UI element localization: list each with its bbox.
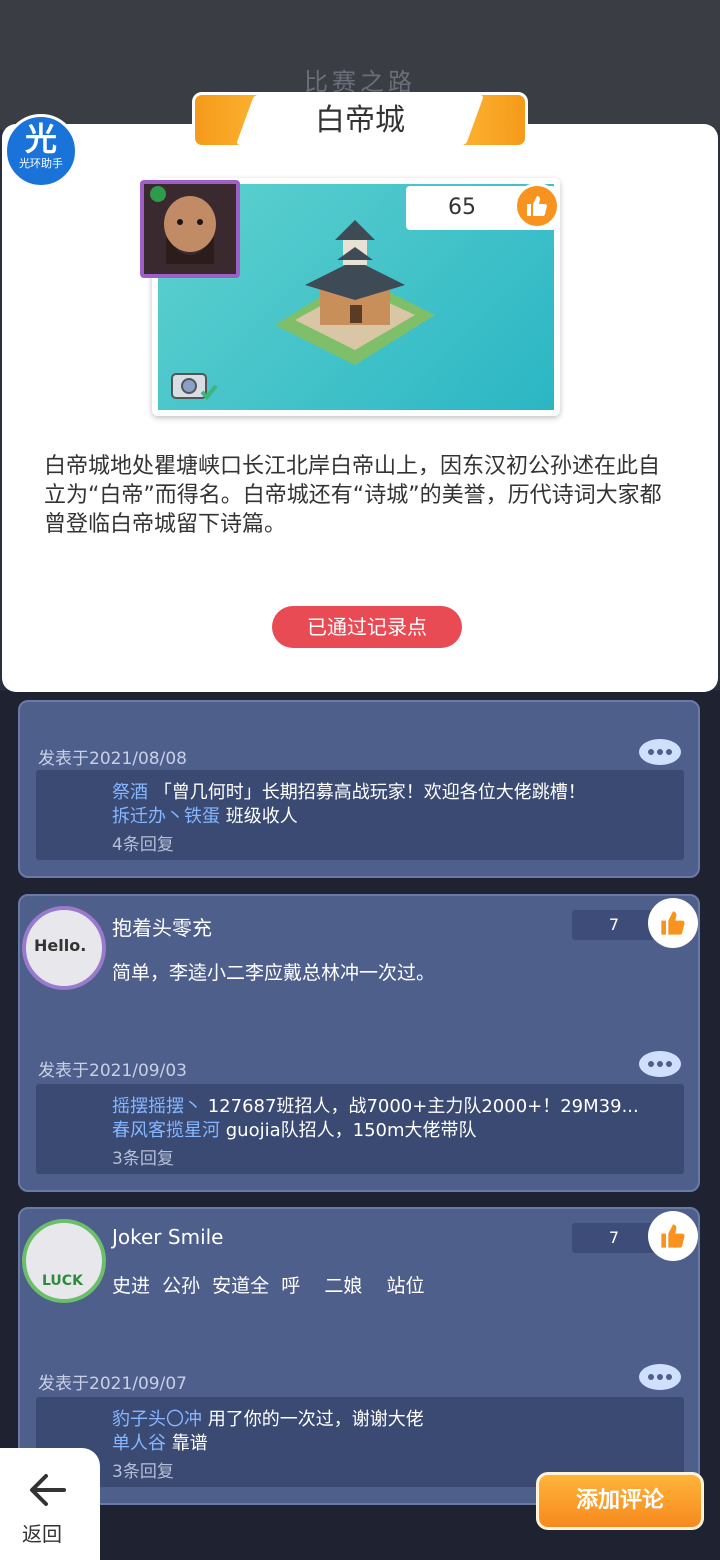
- thumbs-up-icon: [661, 1224, 685, 1248]
- reply-bubble-icon[interactable]: [638, 738, 682, 768]
- comment-like-button[interactable]: [648, 898, 698, 948]
- comment-like-button[interactable]: [648, 1211, 698, 1261]
- reply-item: 祭酒 「曾几何时」长期招募高战玩家！欢迎各位大佬跳槽！: [112, 778, 586, 804]
- reply-text: 用了你的一次过，谢谢大佬: [207, 1409, 424, 1430]
- reply-item: 春风客揽星河 guojia队招人，150m大佬带队: [112, 1116, 477, 1142]
- reply-author[interactable]: 祭酒: [112, 782, 148, 803]
- arrow-left-icon: [30, 1474, 66, 1506]
- add-comment-button[interactable]: 添加评论: [536, 1472, 704, 1530]
- reply-item: 豹子头〇冲 用了你的一次过，谢谢大佬: [112, 1405, 424, 1431]
- logo-caption: 光环助手: [19, 157, 63, 170]
- checkpoint-passed-button[interactable]: 已通过记录点: [272, 606, 462, 648]
- thumbs-up-icon: [661, 911, 685, 935]
- reply-text: 靠谱: [171, 1433, 208, 1454]
- comment-date: 发表于2021/09/03: [38, 1061, 187, 1081]
- hero-portrait: [140, 180, 240, 278]
- location-description: 白帝城地处瞿塘峡口长江北岸白帝山上，因东汉初公孙述在此自立为“白帝”而得名。白帝…: [44, 454, 662, 537]
- reply-text: guojia队招人，150m大佬带队: [225, 1120, 477, 1141]
- location-title: 白帝城: [315, 103, 405, 138]
- camera-check-icon: [171, 373, 218, 400]
- reply-text: 「曾几何时」长期招募高战玩家！欢迎各位大佬跳槽！: [153, 782, 586, 803]
- reply-box[interactable]: 祭酒 「曾几何时」长期招募高战玩家！欢迎各位大佬跳槽！ 拆迁办丶铁蛋 班级收人 …: [36, 770, 684, 860]
- thumbs-up-icon: [527, 196, 547, 216]
- comment-card: 发表于2021/08/08 祭酒 「曾几何时」长期招募高战玩家！欢迎各位大佬跳槽…: [18, 700, 700, 878]
- reply-author[interactable]: 拆迁办丶铁蛋: [112, 806, 220, 827]
- reply-bubble-icon[interactable]: [638, 1050, 682, 1080]
- reply-text: 班级收人: [225, 806, 298, 827]
- avatar-label: LUCK: [42, 1273, 83, 1289]
- reply-text: 127687班招人，战7000+主力队2000+！29M39...: [207, 1096, 639, 1117]
- comment-card: LUCK Joker Smile 7 史进 公孙 安道全 呼 二娘 站位 发表于…: [18, 1207, 700, 1505]
- comment-like-count: 7: [572, 910, 656, 940]
- comment-date: 发表于2021/09/07: [38, 1374, 187, 1394]
- app-logo[interactable]: 光 光环助手: [4, 114, 78, 188]
- commenter-name: 抱着头零充: [112, 916, 212, 940]
- reply-box[interactable]: 摇摆摇摆丶 127687班招人，战7000+主力队2000+！29M39... …: [36, 1084, 684, 1174]
- commenter-avatar[interactable]: Hello.: [22, 906, 106, 990]
- reply-count[interactable]: 4条回复: [112, 830, 174, 855]
- comment-like-count: 7: [572, 1223, 656, 1253]
- comment-card: Hello. 抱着头零充 7 简单，李逵小二李应戴总林冲一次过。 发表于2021…: [18, 894, 700, 1192]
- reply-item: 摇摆摇摆丶 127687班招人，战7000+主力队2000+！29M39...: [112, 1092, 639, 1118]
- reply-author[interactable]: 摇摆摇摆丶: [112, 1096, 202, 1117]
- back-label: 返回: [22, 1522, 62, 1546]
- comment-date: 发表于2021/08/08: [38, 749, 187, 769]
- commenter-name: Joker Smile: [112, 1225, 224, 1249]
- reply-count[interactable]: 3条回复: [112, 1144, 174, 1169]
- scene-like-count: 65: [448, 195, 476, 220]
- reply-author[interactable]: 单人谷: [112, 1433, 166, 1454]
- reply-item: 单人谷 靠谱: [112, 1429, 208, 1455]
- pagoda-building-icon: [275, 220, 435, 365]
- reply-author[interactable]: 豹子头〇冲: [112, 1409, 202, 1430]
- back-button[interactable]: 返回: [0, 1448, 100, 1560]
- hero-face-icon: [144, 184, 236, 274]
- comment-text: 简单，李逵小二李应戴总林冲一次过。: [112, 962, 436, 984]
- location-like-button[interactable]: [514, 183, 560, 229]
- reply-bubble-icon[interactable]: [638, 1363, 682, 1393]
- comment-text: 史进 公孙 安道全 呼 二娘 站位: [112, 1275, 425, 1297]
- avatar-label: Hello.: [34, 936, 87, 955]
- reply-item: 拆迁办丶铁蛋 班级收人: [112, 802, 298, 828]
- reply-count[interactable]: 3条回复: [112, 1457, 174, 1482]
- commenter-avatar[interactable]: LUCK: [22, 1219, 106, 1303]
- reply-author[interactable]: 春风客揽星河: [112, 1120, 220, 1141]
